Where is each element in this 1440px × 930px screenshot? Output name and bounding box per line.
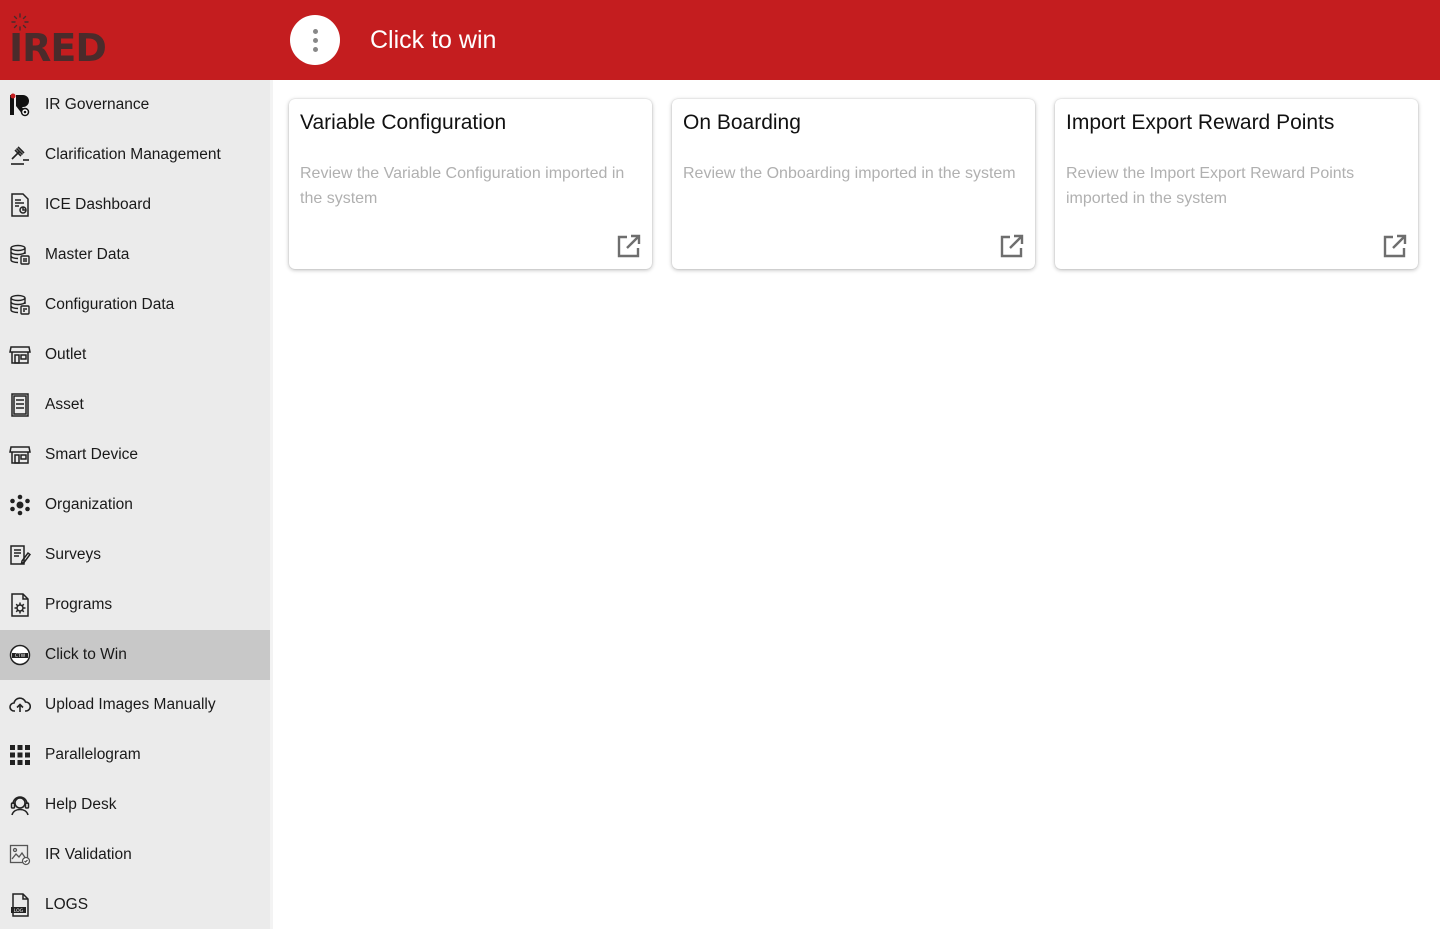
- sidebar-item-label: ICE Dashboard: [45, 196, 151, 213]
- sidebar-item-click-to-win[interactable]: CTW Click to Win: [0, 630, 270, 680]
- gavel-icon: [9, 143, 31, 167]
- sidebar-item-smart-device[interactable]: Smart Device: [0, 430, 270, 480]
- card-on-boarding[interactable]: On Boarding Review the Onboarding import…: [672, 99, 1035, 269]
- ctw-icon: CTW: [9, 643, 31, 667]
- card-title: Variable Configuration: [300, 111, 507, 134]
- headset-icon: [9, 793, 31, 817]
- sidebar-item-label: Help Desk: [45, 796, 117, 813]
- sidebar-item-label: Surveys: [45, 546, 101, 563]
- network-icon: [9, 493, 31, 517]
- sidebar-item-surveys[interactable]: Surveys: [0, 530, 270, 580]
- sidebar: IR Governance Clarification Management I…: [0, 80, 273, 929]
- open-in-new-icon[interactable]: [1381, 232, 1409, 260]
- sidebar-item-label: Master Data: [45, 246, 130, 263]
- sidebar-item-label: LOGS: [45, 896, 89, 913]
- sidebar-item-ir-governance[interactable]: IR Governance: [0, 80, 270, 130]
- sidebar-item-outlet[interactable]: Outlet: [0, 330, 270, 380]
- sidebar-item-label: Outlet: [45, 346, 87, 363]
- sidebar-item-master-data[interactable]: Master Data: [0, 230, 270, 280]
- survey-icon: [9, 543, 31, 567]
- card-title: Import Export Reward Points: [1066, 111, 1335, 134]
- sidebar-item-configuration-data[interactable]: Configuration Data: [0, 280, 270, 330]
- sidebar-item-clarification-management[interactable]: Clarification Management: [0, 130, 270, 180]
- svg-text:LOG: LOG: [14, 908, 24, 914]
- database-icon: [9, 243, 31, 267]
- logo-text: IRED: [9, 26, 107, 70]
- open-in-new-icon[interactable]: [998, 232, 1026, 260]
- card-variable-configuration[interactable]: Variable Configuration Review the Variab…: [289, 99, 652, 269]
- sidebar-item-label: Clarification Management: [45, 146, 221, 163]
- sidebar-item-help-desk[interactable]: Help Desk: [0, 780, 270, 830]
- document-gear-icon: [9, 593, 31, 617]
- card-description: Review the Import Export Reward Points i…: [1066, 165, 1355, 207]
- sidebar-item-label: Asset: [45, 396, 84, 413]
- more-options-button[interactable]: [290, 15, 340, 65]
- top-app-bar: IRED Click to win: [0, 0, 1440, 80]
- sidebar-item-label: Organization: [45, 496, 133, 513]
- logo[interactable]: IRED: [0, 0, 273, 80]
- store-device-icon: [9, 443, 31, 467]
- sidebar-item-label: Configuration Data: [45, 296, 175, 313]
- card-description: Review the Onboarding imported in the sy…: [683, 165, 1016, 182]
- grid-icon: [9, 743, 31, 767]
- sidebar-item-label: Parallelogram: [45, 746, 141, 763]
- sidebar-item-label: Smart Device: [45, 446, 139, 463]
- document-chart-icon: [9, 193, 31, 217]
- sidebar-item-label: Click to Win: [45, 646, 127, 663]
- image-check-icon: [9, 843, 31, 867]
- ir-logo-icon: [9, 93, 31, 117]
- sidebar-item-logs[interactable]: LOG LOGS: [0, 880, 270, 930]
- log-file-icon: LOG: [9, 893, 31, 917]
- sidebar-item-ir-validation[interactable]: IR Validation: [0, 830, 270, 880]
- sidebar-item-label: Programs: [45, 596, 113, 613]
- sidebar-item-parallelogram[interactable]: Parallelogram: [0, 730, 270, 780]
- sidebar-item-organization[interactable]: Organization: [0, 480, 270, 530]
- sidebar-item-programs[interactable]: Programs: [0, 580, 270, 630]
- database-config-icon: [9, 293, 31, 317]
- store-icon: [9, 343, 31, 367]
- card-description: Review the Variable Configuration import…: [300, 165, 625, 207]
- sidebar-item-label: Upload Images Manually: [45, 696, 216, 713]
- sidebar-item-label: IR Governance: [45, 96, 150, 113]
- sidebar-item-ice-dashboard[interactable]: ICE Dashboard: [0, 180, 270, 230]
- sidebar-item-asset[interactable]: Asset: [0, 380, 270, 430]
- card-title: On Boarding: [683, 111, 801, 134]
- more-vert-icon: [312, 28, 318, 34]
- cooler-icon: [9, 393, 31, 417]
- svg-text:CTW: CTW: [15, 653, 26, 659]
- sidebar-item-upload-images-manually[interactable]: Upload Images Manually: [0, 680, 270, 730]
- cloud-upload-icon: [9, 693, 31, 717]
- open-in-new-icon[interactable]: [615, 232, 643, 260]
- page-title: Click to win: [370, 26, 497, 54]
- sidebar-item-label: IR Validation: [45, 846, 132, 863]
- card-import-export-reward-points[interactable]: Import Export Reward Points Review the I…: [1055, 99, 1418, 269]
